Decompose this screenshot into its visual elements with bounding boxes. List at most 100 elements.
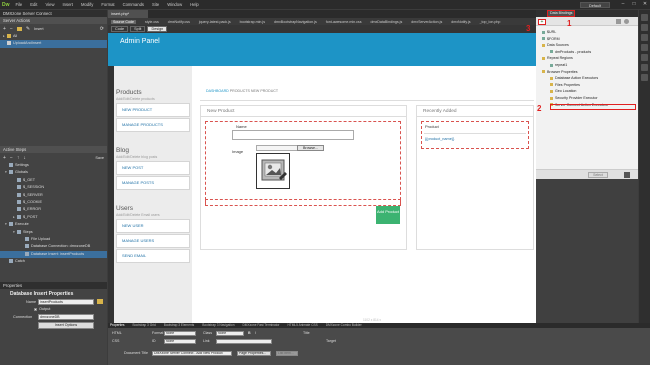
- binding-item[interactable]: $FORM: [542, 37, 560, 42]
- binding-item[interactable]: dmProducts - products: [550, 50, 591, 55]
- step-item[interactable]: Database Connection: dmxzoneDB: [0, 243, 107, 250]
- page-properties-button[interactable]: Page Properties...: [237, 351, 271, 356]
- menu-edit[interactable]: Edit: [30, 2, 37, 7]
- binding-item[interactable]: Repeat Regions: [542, 56, 573, 61]
- save-button[interactable]: Save: [95, 156, 104, 160]
- related-file-link[interactable]: bootstrap.min.js: [240, 20, 265, 24]
- workspace-switcher[interactable]: Default: [579, 1, 610, 8]
- name-field[interactable]: insertProducts: [38, 299, 94, 305]
- menu-window[interactable]: Window: [167, 2, 182, 7]
- breadcrumb-dashboard[interactable]: DASHBOARD: [206, 89, 229, 93]
- id-select[interactable]: None: [164, 339, 196, 344]
- related-file-link[interactable]: dmxServerAction.js: [411, 20, 442, 24]
- server-connect-tab[interactable]: DMXzone Server Connect: [0, 10, 107, 17]
- sidebar-link-button[interactable]: MANAGE USERS: [116, 234, 190, 248]
- properties-tab[interactable]: DMXzone Fast Terminator: [242, 323, 279, 328]
- data-bindings-tab[interactable]: Data Bindings: [547, 10, 576, 17]
- step-item[interactable]: ▾ Globals: [0, 169, 107, 176]
- sidebar-link-button[interactable]: NEW PRODUCT: [116, 103, 190, 117]
- connection-select[interactable]: dmxzoneDB: [38, 314, 94, 320]
- link-input[interactable]: [216, 339, 272, 344]
- css-designer-icon[interactable]: [641, 34, 648, 41]
- binding-item[interactable]: Files Properties: [550, 83, 580, 88]
- step-item[interactable]: File Upload: [0, 236, 107, 243]
- step-item[interactable]: ▾ Steps: [0, 229, 107, 236]
- bold-button[interactable]: B: [248, 331, 251, 335]
- menu-help[interactable]: Help: [190, 2, 199, 7]
- binding-item[interactable]: Database Action Executors: [550, 76, 598, 81]
- step-item[interactable]: Settings: [0, 162, 107, 169]
- css-mode-button[interactable]: CSS: [112, 339, 119, 343]
- minimize-icon[interactable]: –: [618, 1, 628, 8]
- files-icon[interactable]: [641, 14, 648, 21]
- sidebar-link-button[interactable]: NEW USER: [116, 219, 190, 233]
- binding-item[interactable]: Data Sources: [542, 43, 569, 48]
- document-title-input[interactable]: DMXzone Server Connect - Add New Product: [152, 351, 232, 356]
- design-view-button[interactable]: Design: [147, 26, 168, 32]
- menu-modify[interactable]: Modify: [81, 2, 93, 7]
- related-file-link[interactable]: dmxNotify.css: [168, 20, 190, 24]
- move-down-icon[interactable]: ↓: [23, 155, 26, 161]
- binding-item[interactable]: repeat1: [550, 63, 567, 68]
- sidebar-link-button[interactable]: MANAGE POSTS: [116, 176, 190, 190]
- remove-step-icon[interactable]: −: [10, 155, 13, 161]
- snippets-icon[interactable]: [641, 54, 648, 61]
- menu-insert[interactable]: Insert: [62, 2, 72, 7]
- step-item[interactable]: ▸ $_POST: [0, 214, 107, 221]
- wand-icon[interactable]: [624, 172, 630, 178]
- assets-icon[interactable]: [641, 44, 648, 51]
- refresh-icon[interactable]: ⟳: [100, 26, 104, 32]
- add-icon[interactable]: +: [3, 26, 6, 32]
- step-item[interactable]: Database Insert: insertProducts: [0, 250, 107, 259]
- remove-icon[interactable]: −: [10, 26, 13, 32]
- step-item[interactable]: $_SERVER: [0, 192, 107, 199]
- split-view-button[interactable]: Split: [130, 26, 146, 32]
- list-item-button[interactable]: List Item...: [276, 351, 298, 356]
- related-file-link[interactable]: dmxDataBindings.js: [371, 20, 403, 24]
- step-item[interactable]: $_ERROR: [0, 206, 107, 213]
- add-step-icon[interactable]: +: [3, 155, 6, 161]
- properties-tab[interactable]: HTML5 Animate CSS: [287, 323, 317, 328]
- filter-icon[interactable]: [616, 19, 621, 24]
- close-icon[interactable]: ✕: [640, 1, 650, 8]
- html-mode-button[interactable]: HTML: [112, 331, 122, 335]
- menu-site[interactable]: Site: [152, 2, 159, 7]
- binding-item[interactable]: Browser Properties: [542, 70, 578, 75]
- class-select[interactable]: None: [216, 331, 244, 336]
- browse-button[interactable]: Browse...: [297, 145, 324, 151]
- step-item[interactable]: Catch: [0, 258, 107, 265]
- insert-icon[interactable]: [641, 24, 648, 31]
- related-file-link[interactable]: _top_ion.php: [480, 20, 501, 24]
- step-item[interactable]: $_SESSION: [0, 184, 107, 191]
- menu-file[interactable]: File: [16, 2, 23, 7]
- folder-icon[interactable]: [16, 26, 22, 31]
- sidebar-link-button[interactable]: NEW POST: [116, 161, 190, 175]
- folder-picker-icon[interactable]: [97, 299, 103, 304]
- insert-button[interactable]: Insert: [34, 27, 44, 31]
- move-up-icon[interactable]: ↑: [17, 155, 20, 161]
- code-view-button[interactable]: Code: [111, 26, 129, 32]
- step-item[interactable]: $_GET: [0, 177, 107, 184]
- italic-button[interactable]: I: [255, 331, 256, 335]
- format-select[interactable]: None: [164, 331, 196, 336]
- menu-commands[interactable]: Commands: [123, 2, 144, 7]
- related-file-link[interactable]: dmxNotify.js: [451, 20, 470, 24]
- properties-tab[interactable]: Bootstrap 3 Navigation: [202, 323, 234, 328]
- tree-item-uploadandinsert[interactable]: UploadAndInsert: [0, 40, 107, 48]
- extensions-icon[interactable]: [641, 74, 648, 81]
- related-file-link[interactable]: style.css: [145, 20, 159, 24]
- tree-item-all[interactable]: ▸ All: [0, 33, 107, 40]
- properties-tab[interactable]: DMXzone Combo Builder: [326, 323, 362, 328]
- insert-options-button[interactable]: Insert Options: [38, 322, 94, 329]
- properties-tab[interactable]: Bootstrap 3 Elements: [164, 323, 194, 328]
- related-file-link[interactable]: dmxBootstrapNavigation.js: [274, 20, 317, 24]
- step-item[interactable]: ▾ Execute: [0, 221, 107, 228]
- edit-icon[interactable]: ✎: [26, 26, 30, 32]
- sidebar-link-button[interactable]: MANAGE PRODUCTS: [116, 118, 190, 132]
- properties-tab[interactable]: Bootstrap 3 Grid: [133, 323, 156, 328]
- binding-item[interactable]: Security Provider Executor: [550, 96, 598, 101]
- menu-view[interactable]: View: [45, 2, 54, 7]
- binding-item[interactable]: Geo Location: [550, 89, 576, 94]
- window-size-status[interactable]: 1102 x 814 ▾: [363, 318, 381, 322]
- binding-item[interactable]: $URL: [542, 30, 556, 35]
